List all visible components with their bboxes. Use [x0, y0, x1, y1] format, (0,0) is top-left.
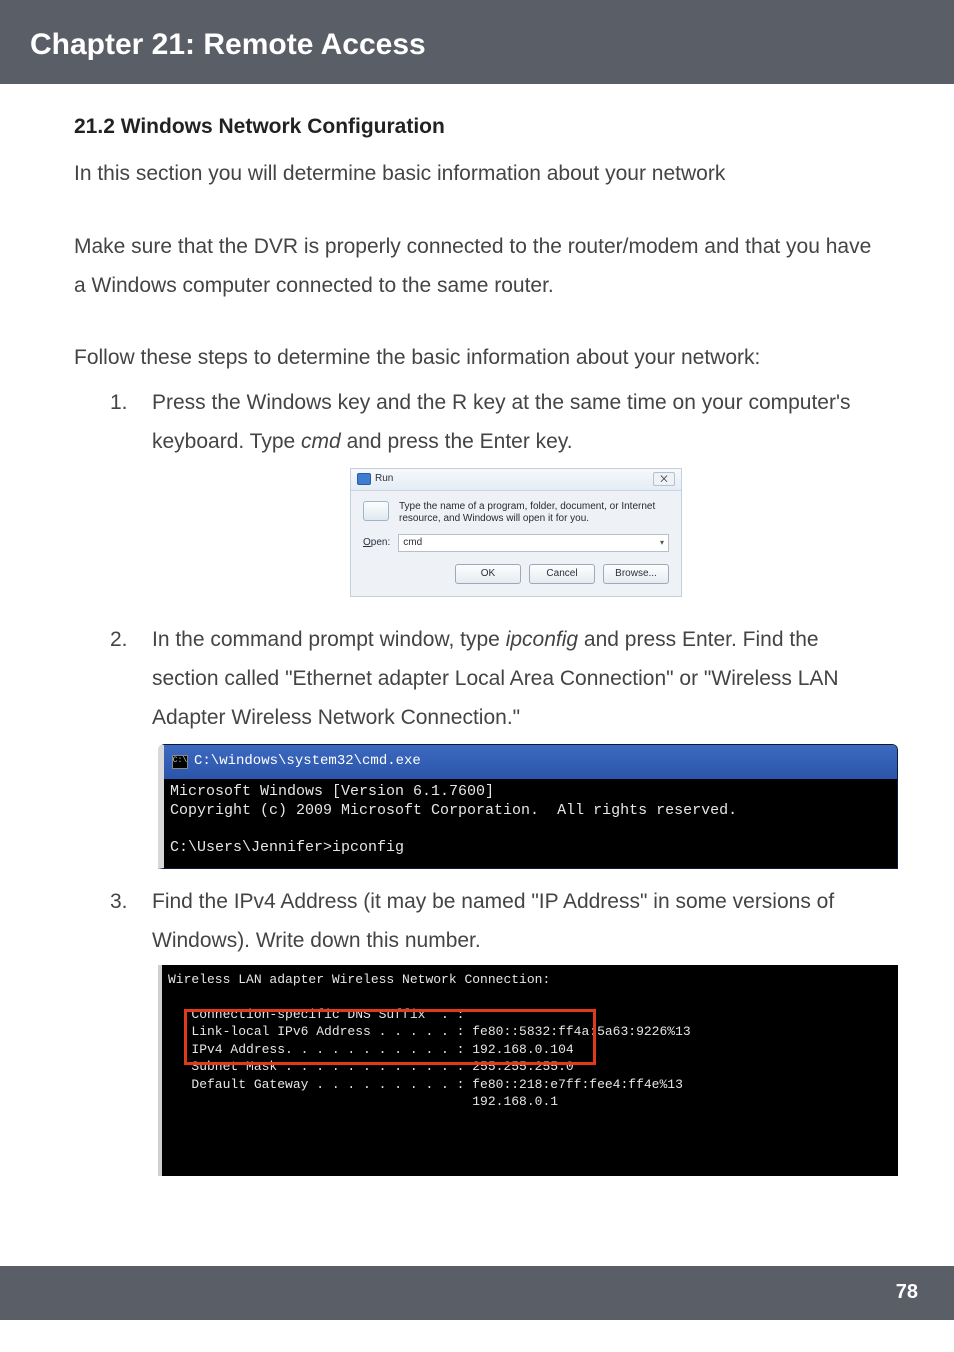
inline-command: ipconfig: [506, 628, 578, 651]
step-body: In the command prompt window, type ipcon…: [152, 621, 880, 738]
step-body: Press the Windows key and the R key at t…: [152, 384, 880, 607]
ipcfg-header: Wireless LAN adapter Wireless Network Co…: [168, 972, 550, 987]
run-input-value: cmd: [403, 534, 422, 553]
inline-command: cmd: [301, 430, 341, 453]
cmd-line: Microsoft Windows [Version 6.1.7600]: [170, 783, 494, 800]
run-dialog-description: Type the name of a program, folder, docu…: [399, 501, 669, 526]
run-dialog-title: Run: [375, 470, 393, 489]
chapter-header: Chapter 21: Remote Access: [0, 0, 954, 84]
cmd-line: Copyright (c) 2009 Microsoft Corporation…: [170, 802, 737, 819]
chevron-down-icon[interactable]: ▾: [660, 536, 664, 551]
close-icon[interactable]: ⨉: [653, 472, 675, 486]
cancel-button[interactable]: Cancel: [529, 564, 595, 584]
ensure-paragraph: Make sure that the DVR is properly conne…: [74, 228, 880, 306]
browse-button[interactable]: Browse...: [603, 564, 669, 584]
step-number: 3.: [110, 883, 152, 961]
step-3: 3. Find the IPv4 Address (it may be name…: [110, 883, 880, 1176]
cmd-icon: C:\: [172, 755, 188, 769]
cmd-window-body: Microsoft Windows [Version 6.1.7600] Cop…: [164, 779, 897, 868]
ipcfg-line: 192.168.0.1: [168, 1094, 558, 1109]
step-number: 2.: [110, 621, 152, 738]
ok-button[interactable]: OK: [455, 564, 521, 584]
run-icon: [357, 473, 371, 485]
ipv4-highlight-box: [184, 1009, 596, 1065]
run-open-label: Open:: [363, 534, 390, 553]
run-dialog-titlebar: Run ⨉: [351, 469, 681, 491]
cmd-window-title: C:\windows\system32\cmd.exe: [194, 749, 421, 775]
run-program-icon: [363, 501, 389, 521]
ipcfg-line: Default Gateway . . . . . . . . . : fe80…: [168, 1077, 683, 1092]
step-text: and press the Enter key.: [341, 430, 573, 453]
intro-paragraph: In this section you will determine basic…: [74, 155, 880, 194]
ipconfig-output: Wireless LAN adapter Wireless Network Co…: [158, 965, 898, 1176]
step-body: Find the IPv4 Address (it may be named "…: [152, 883, 880, 961]
cmd-window: C:\ C:\windows\system32\cmd.exe Microsof…: [158, 744, 898, 869]
page-footer: 78: [0, 1266, 954, 1320]
cmd-prompt: C:\Users\Jennifer>ipconfig: [170, 839, 404, 856]
step-1: 1. Press the Windows key and the R key a…: [110, 384, 880, 607]
run-open-input[interactable]: cmd ▾: [398, 534, 669, 552]
run-dialog: Run ⨉ Type the name of a program, folder…: [350, 468, 682, 598]
section-title: 21.2 Windows Network Configuration: [74, 108, 880, 147]
steps-list: 1. Press the Windows key and the R key a…: [110, 384, 880, 1176]
step-2: 2. In the command prompt window, type ip…: [110, 621, 880, 868]
page-number: 78: [896, 1281, 918, 1304]
follow-paragraph: Follow these steps to determine the basi…: [74, 339, 880, 378]
step-text: In the command prompt window, type: [152, 628, 506, 651]
cmd-window-titlebar: C:\ C:\windows\system32\cmd.exe: [164, 745, 897, 779]
chapter-title: Chapter 21: Remote Access: [30, 28, 924, 62]
page-content: 21.2 Windows Network Configuration In th…: [0, 84, 954, 1176]
step-number: 1.: [110, 384, 152, 607]
